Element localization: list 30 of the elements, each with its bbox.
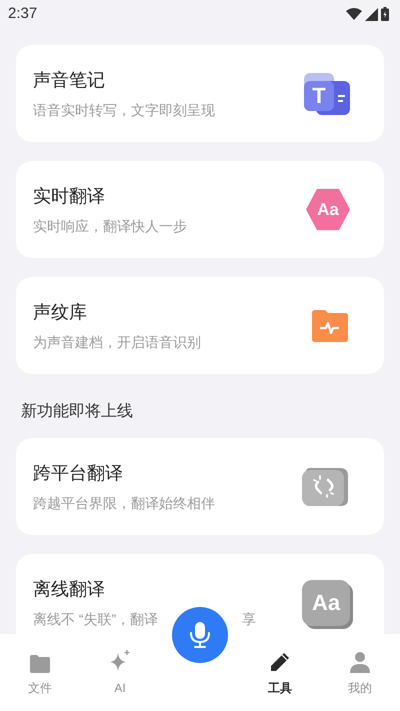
card-subtitle: 语音实时转写，文字即刻呈现 bbox=[33, 100, 215, 120]
card-subtitle: 跨越平台界限，翻译始终相伴 bbox=[33, 494, 215, 512]
hexagon-letters-icon: Aa bbox=[306, 188, 350, 232]
feature-card[interactable]: 离线翻译 离线不 “失联”，翻译 享 Aa bbox=[16, 554, 384, 634]
card-title: 声纹库 bbox=[33, 300, 88, 324]
tab-item[interactable]: 工具 bbox=[240, 634, 320, 711]
card-subtitle: 为声音建档，开启语音识别 bbox=[33, 332, 201, 352]
card-subtitle: 离线不 “失联”，翻译 bbox=[33, 610, 158, 628]
feature-card[interactable]: 声音笔记 语音实时转写，文字即刻呈现 T bbox=[16, 45, 384, 142]
card-title: 离线翻译 bbox=[33, 578, 106, 600]
card-subtitle: 实时响应，翻译快人一步 bbox=[33, 216, 187, 236]
section-title: 新功能即将上线 bbox=[20, 402, 134, 422]
folder-pulse-icon bbox=[310, 308, 350, 342]
microphone-icon bbox=[189, 622, 211, 648]
card-title: 声音笔记 bbox=[33, 68, 106, 92]
card-subtitle: 享 bbox=[242, 610, 256, 628]
feature-card[interactable]: 声纹库 为声音建档，开启语音识别 bbox=[16, 277, 384, 374]
status-time: 2:37 bbox=[8, 4, 38, 24]
wifi-icon bbox=[346, 8, 362, 20]
letters-tile-icon: Aa bbox=[302, 580, 350, 626]
broken-link-icon bbox=[300, 466, 350, 508]
person-icon bbox=[349, 651, 371, 673]
folder-icon bbox=[29, 655, 51, 673]
feature-card[interactable]: 跨平台翻译 跨越平台界限，翻译始终相伴 bbox=[16, 438, 384, 535]
feature-card[interactable]: 实时翻译 实时响应，翻译快人一步 Aa bbox=[16, 161, 384, 258]
card-title: 跨平台翻译 bbox=[33, 462, 124, 484]
pencil-icon bbox=[269, 651, 291, 673]
signal-icon bbox=[365, 8, 378, 20]
card-title: 实时翻译 bbox=[33, 184, 106, 208]
battery-icon bbox=[381, 7, 389, 21]
